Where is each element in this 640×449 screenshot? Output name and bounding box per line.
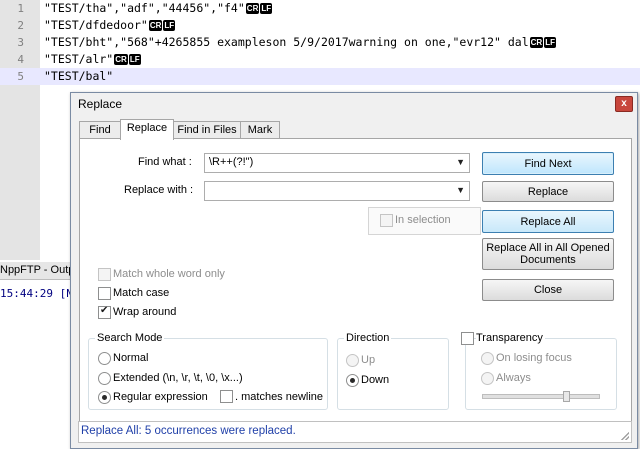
regex-mode-label: Regular expression <box>113 391 208 403</box>
find-next-button[interactable]: Find Next <box>482 152 614 175</box>
transparency-slider-track[interactable] <box>482 394 600 399</box>
eol-cr-marker: CR <box>114 54 128 65</box>
editor-line[interactable]: 1 "TEST/tha","adf","44456","f4" CR LF <box>0 0 640 17</box>
line-number: 2 <box>17 19 24 32</box>
eol-cr-marker: CR <box>529 37 544 48</box>
nppftp-log-line: 15:44:29 [N <box>0 287 73 300</box>
dialog-title: Replace <box>78 97 123 111</box>
find-what-value[interactable]: \R++(?!") <box>209 156 253 168</box>
replace-tab-pane: Find what : \R++(?!") ▼ Replace with : ▼… <box>79 138 632 426</box>
replace-with-label: Replace with : <box>124 184 194 196</box>
editor-line-current[interactable]: 5 "TEST/bal" <box>0 68 640 85</box>
match-whole-word-label: Match whole word only <box>113 268 225 280</box>
line-number: 4 <box>17 53 24 66</box>
chevron-down-icon[interactable]: ▼ <box>456 157 465 167</box>
regex-mode-radio[interactable] <box>98 391 111 404</box>
transparency-label: Transparency <box>476 332 545 344</box>
tab-find-in-files[interactable]: Find in Files <box>173 121 241 139</box>
resize-grip-icon[interactable] <box>621 432 629 440</box>
normal-mode-radio[interactable] <box>98 352 111 365</box>
replace-with-combo[interactable]: ▼ <box>204 181 470 201</box>
match-whole-word-checkbox[interactable] <box>98 268 111 281</box>
line-text: "TEST/tha","adf","44456","f4" <box>44 1 245 15</box>
dialog-titlebar[interactable]: Replace x <box>71 93 637 115</box>
extended-mode-label: Extended (\n, \r, \t, \0, \x...) <box>113 372 243 384</box>
line-text: "TEST/alr" <box>44 52 114 66</box>
replace-dialog: Replace x Find Replace Find in Files Mar… <box>70 92 638 449</box>
wrap-around-label: Wrap around <box>113 306 177 318</box>
direction-title: Direction <box>344 332 392 344</box>
chevron-down-icon[interactable]: ▼ <box>456 185 465 195</box>
direction-down-label: Down <box>361 374 390 386</box>
eol-cr-marker: CR <box>245 3 260 14</box>
matches-newline-label: . matches newline <box>235 391 324 403</box>
replace-all-opened-docs-button[interactable]: Replace All in All Opened Documents <box>482 238 614 270</box>
in-selection-label: In selection <box>395 214 451 226</box>
on-losing-focus-radio[interactable] <box>481 352 494 365</box>
line-text: "TEST/bht","568"+4265855 exampleson 5/9/… <box>44 35 529 49</box>
replace-button[interactable]: Replace <box>482 181 614 202</box>
transparency-slider-thumb[interactable] <box>562 391 570 402</box>
tab-mark[interactable]: Mark <box>240 121 280 139</box>
always-radio[interactable] <box>481 372 494 385</box>
match-case-label: Match case <box>113 287 170 299</box>
eol-lf-marker: LF <box>544 37 556 48</box>
tab-find[interactable]: Find <box>79 121 121 139</box>
status-message: Replace All: 5 occurrences were replaced… <box>81 425 296 437</box>
normal-mode-label: Normal <box>113 352 149 364</box>
find-what-label: Find what : <box>138 156 192 168</box>
editor-line[interactable]: 3 "TEST/bht","568"+4265855 exampleson 5/… <box>0 34 640 51</box>
direction-down-radio[interactable] <box>346 374 359 387</box>
extended-mode-radio[interactable] <box>98 372 111 385</box>
line-number: 3 <box>17 36 24 49</box>
line-number: 1 <box>17 2 24 15</box>
eol-cr-marker: CR <box>148 20 163 31</box>
transparency-checkbox[interactable] <box>461 332 474 345</box>
eol-lf-marker: LF <box>163 20 176 31</box>
always-label: Always <box>496 372 531 384</box>
nppftp-panel-title[interactable]: NppFTP - Output <box>0 262 76 280</box>
editor-line[interactable]: 2 "TEST/dfdedoor" CR LF <box>0 17 640 34</box>
eol-lf-marker: LF <box>128 54 141 65</box>
status-bar: Replace All: 5 occurrences were replaced… <box>78 421 632 443</box>
line-text: "TEST/dfdedoor" <box>44 18 148 32</box>
eol-lf-marker: LF <box>260 3 273 14</box>
close-icon[interactable]: x <box>615 96 633 112</box>
match-case-checkbox[interactable] <box>98 287 111 300</box>
search-mode-title: Search Mode <box>95 332 165 344</box>
matches-newline-checkbox[interactable] <box>220 390 233 403</box>
close-button[interactable]: Close <box>482 279 614 301</box>
wrap-around-checkbox[interactable] <box>98 305 111 319</box>
direction-up-label: Up <box>361 354 376 366</box>
editor-line[interactable]: 4 "TEST/alr" CR LF <box>0 51 640 68</box>
tab-replace[interactable]: Replace <box>120 119 174 140</box>
line-number: 5 <box>17 70 24 83</box>
direction-up-radio[interactable] <box>346 354 359 367</box>
replace-all-button[interactable]: Replace All <box>482 210 614 233</box>
on-losing-focus-label: On losing focus <box>496 352 572 364</box>
line-text: "TEST/bal" <box>44 69 114 83</box>
find-what-combo[interactable]: \R++(?!") ▼ <box>204 153 470 173</box>
in-selection-checkbox[interactable] <box>380 214 393 227</box>
